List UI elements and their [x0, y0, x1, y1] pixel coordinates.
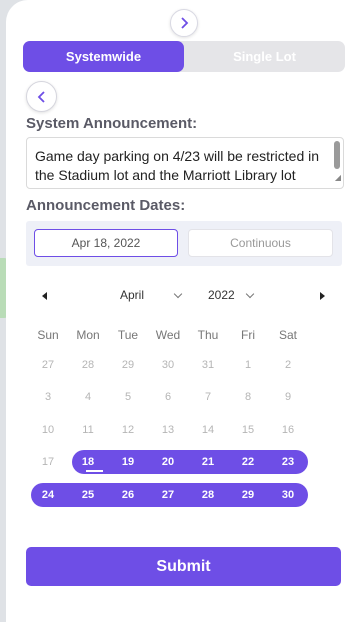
month-select[interactable]: April	[120, 288, 144, 302]
scope-tabs: Systemwide Single Lot	[23, 41, 345, 72]
today-indicator	[86, 470, 103, 472]
triangle-left-icon[interactable]	[42, 292, 47, 300]
calendar-day-selected[interactable]: 21	[188, 451, 228, 473]
calendar-day[interactable]: 31	[188, 354, 228, 376]
resize-handle-icon[interactable]: ◢	[335, 168, 341, 187]
calendar-day[interactable]: 28	[68, 354, 108, 376]
calendar-day-selected[interactable]: 23	[268, 451, 308, 473]
calendar-day[interactable]: 1	[228, 354, 268, 376]
calendar-day[interactable]: 16	[268, 419, 308, 441]
calendar-day-selected[interactable]: 26	[108, 484, 148, 506]
weekday-tue: Tue	[117, 328, 139, 342]
calendar-day[interactable]: 9	[268, 386, 308, 408]
announcement-title: System Announcement:	[26, 115, 198, 132]
calendar-day-selected[interactable]: 29	[228, 484, 268, 506]
start-date-field[interactable]: Apr 18, 2022	[34, 229, 178, 257]
chevron-down-icon	[245, 289, 255, 299]
weekday-wed: Wed	[155, 328, 181, 342]
tab-systemwide[interactable]: Systemwide	[23, 41, 184, 72]
calendar-day-selected[interactable]: 28	[188, 484, 228, 506]
date-range-box: Apr 18, 2022 Continuous	[26, 221, 342, 266]
calendar-day[interactable]: 2	[268, 354, 308, 376]
weekday-mon: Mon	[76, 328, 100, 342]
end-date-field[interactable]: Continuous	[188, 229, 333, 257]
calendar-day[interactable]: 29	[108, 354, 148, 376]
collapse-panel-button[interactable]	[170, 9, 198, 37]
chevron-down-icon	[173, 289, 183, 299]
chevron-right-icon	[181, 17, 189, 29]
calendar-day[interactable]: 6	[148, 386, 188, 408]
back-button[interactable]	[26, 81, 57, 112]
submit-button[interactable]: Submit	[26, 547, 341, 586]
calendar-day[interactable]: 3	[28, 386, 68, 408]
weekday-sat: Sat	[278, 328, 297, 342]
chevron-left-icon	[37, 90, 45, 103]
announcement-panel: Systemwide Single Lot System Announcemen…	[6, 0, 346, 622]
calendar-day[interactable]: 8	[228, 386, 268, 408]
calendar-day-selected[interactable]: 20	[148, 451, 188, 473]
triangle-right-icon[interactable]	[320, 292, 325, 300]
weekday-thu: Thu	[197, 328, 219, 342]
calendar-day[interactable]: 27	[28, 354, 68, 376]
announcement-text: Game day parking on 4/23 will be restric…	[35, 148, 320, 188]
calendar-day[interactable]: 17	[28, 451, 68, 473]
calendar-day-selected-end[interactable]: 30	[268, 484, 308, 506]
calendar-day[interactable]: 10	[28, 419, 68, 441]
calendar-day[interactable]: 13	[148, 419, 188, 441]
announcement-dates-title: Announcement Dates:	[26, 197, 186, 214]
calendar-day-selected[interactable]: 25	[68, 484, 108, 506]
calendar-day[interactable]: 7	[188, 386, 228, 408]
calendar-day[interactable]: 11	[68, 419, 108, 441]
calendar-day[interactable]: 15	[228, 419, 268, 441]
calendar-day-selected[interactable]: 22	[228, 451, 268, 473]
calendar-day[interactable]: 14	[188, 419, 228, 441]
textarea-scrollbar[interactable]	[334, 141, 340, 169]
calendar-day-selected[interactable]: 27	[148, 484, 188, 506]
announcement-text-field[interactable]: Game day parking on 4/23 will be restric…	[26, 137, 344, 189]
calendar-day-selected[interactable]: 19	[108, 451, 148, 473]
calendar-day[interactable]: 12	[108, 419, 148, 441]
calendar-day-selected[interactable]: 24	[28, 484, 68, 506]
tab-single-lot[interactable]: Single Lot	[184, 41, 345, 72]
calendar-day[interactable]: 4	[68, 386, 108, 408]
year-select[interactable]: 2022	[208, 288, 235, 302]
weekday-fri: Fri	[241, 328, 255, 342]
calendar-day[interactable]: 5	[108, 386, 148, 408]
weekday-sun: Sun	[37, 328, 59, 342]
calendar-day[interactable]: 30	[148, 354, 188, 376]
